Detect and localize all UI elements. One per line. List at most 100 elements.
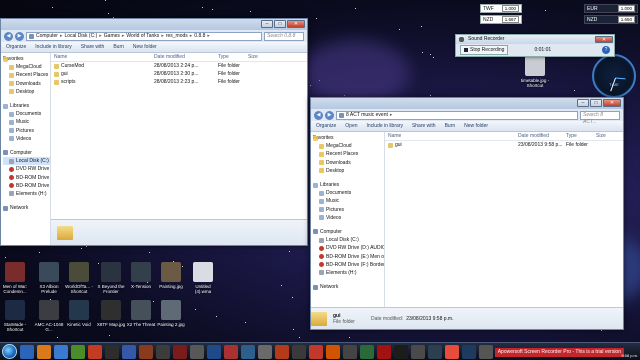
taskbar-app-button[interactable] (71, 344, 85, 359)
desktop-icon[interactable]: StarMade - Shortcut (0, 300, 30, 332)
taskbar-app-button[interactable] (292, 344, 306, 359)
nav-item[interactable]: Elements (H:) (313, 269, 384, 277)
close-button[interactable]: ✕ (287, 20, 305, 28)
breadcrumb-item[interactable]: Computer (36, 33, 58, 39)
navigation-pane[interactable]: Favorites MegaCloud Recent Places Downloads… (1, 53, 51, 245)
desktop-icon[interactable]: X2 The Threat (126, 300, 156, 327)
column-header[interactable]: Type (215, 54, 245, 60)
nav-item[interactable]: BD-ROM Drive (E:) Men of W (313, 252, 384, 260)
taskbar-app-button[interactable] (462, 344, 476, 359)
nav-item[interactable]: Libraries (313, 181, 384, 189)
nav-item[interactable]: MegaCloud (313, 142, 384, 150)
close-button[interactable]: ✕ (595, 36, 613, 43)
desktop-icon[interactable]: WorldOfTa... - Shortcut (64, 262, 94, 294)
back-button[interactable]: ◀ (314, 110, 323, 120)
taskbar-app-button[interactable] (309, 344, 323, 359)
desktop-icon[interactable]: Men of War: Condemn... (0, 262, 30, 294)
nav-item[interactable]: Videos (313, 214, 384, 222)
nav-item[interactable]: Recent Places (3, 71, 50, 79)
nav-item[interactable]: Libraries (3, 102, 50, 110)
minimize-button[interactable]: – (261, 20, 273, 28)
window-titlebar[interactable]: – □ ✕ (1, 19, 307, 30)
taskbar-app-button[interactable] (326, 344, 340, 359)
maximize-button[interactable]: □ (274, 20, 286, 28)
navigation-pane[interactable]: Favorites MegaCloud Recent Places Downloads… (311, 132, 385, 329)
desktop-icon[interactable]: X Beyond the Frontier (96, 262, 126, 294)
explorer-window-music-event[interactable]: – □ ✕ ◀ ▶ 8 ACT music event ▸ Search 8 AC… (310, 97, 624, 330)
nav-item[interactable]: Desktop (3, 88, 50, 96)
column-header[interactable]: Name (385, 133, 515, 139)
file-row[interactable]: scripts 28/08/2013 2:23 p... File folder (51, 78, 307, 86)
nav-item[interactable]: Documents (313, 189, 384, 197)
desktop-icon[interactable]: X8TF Map.jpg (96, 300, 126, 327)
taskbar-app-button[interactable] (156, 344, 170, 359)
nav-item[interactable]: Music (313, 197, 384, 205)
stop-recording-button[interactable]: Stop Recording (460, 45, 509, 55)
file-list[interactable]: Name Date modified Type Size gui 23/08/2013 … (311, 132, 623, 329)
taskbar-app-button[interactable] (139, 344, 153, 359)
taskbar-app-button[interactable] (190, 344, 204, 359)
nav-item[interactable]: Downloads (3, 80, 50, 88)
column-header[interactable]: Size (593, 133, 623, 139)
breadcrumb-item[interactable]: Games (104, 33, 120, 39)
nav-item[interactable]: Documents (3, 110, 50, 118)
taskbar-app-button[interactable] (360, 344, 374, 359)
taskbar-app-button[interactable] (20, 344, 34, 359)
column-header[interactable]: Name (51, 54, 151, 60)
taskbar-app-button[interactable] (343, 344, 357, 359)
taskbar-app-button[interactable] (445, 344, 459, 359)
nav-item[interactable]: Pictures (3, 127, 50, 135)
file-row[interactable]: CurseMod 28/08/2013 2:24 p... File folder (51, 62, 307, 70)
nav-item[interactable]: Network (313, 283, 384, 291)
sound-recorder-window[interactable]: Sound Recorder ✕ Stop Recording 0:01:01 … (455, 34, 615, 57)
toolbar-button[interactable]: Burn (113, 44, 124, 50)
taskbar-app-button[interactable] (258, 344, 272, 359)
nav-item[interactable]: BD-ROM Drive (E:) Men of W (3, 173, 50, 181)
nav-item[interactable]: Pictures (313, 206, 384, 214)
nav-item[interactable]: BD-ROM Drive (F:) Borderlar (3, 182, 50, 190)
toolbar-button[interactable]: Share with (412, 123, 436, 129)
taskbar-app-button[interactable] (394, 344, 408, 359)
forward-button[interactable]: ▶ (325, 110, 334, 120)
minimize-button[interactable]: – (577, 99, 589, 107)
taskbar-app-button[interactable] (207, 344, 221, 359)
taskbar-app-button[interactable] (224, 344, 238, 359)
desktop-icon[interactable]: Kinetic Void (64, 300, 94, 327)
nav-item[interactable]: Local Disk (C:) (3, 157, 50, 166)
nav-item[interactable]: Computer (313, 228, 384, 236)
taskbar-app-button[interactable] (105, 344, 119, 359)
nav-item[interactable]: DVD RW Drive (D:) AUDIO CD (313, 244, 384, 252)
toolbar-button[interactable]: Organize (6, 44, 26, 50)
column-header[interactable]: Date modified (151, 54, 215, 60)
taskbar-app-button[interactable] (54, 344, 68, 359)
breadcrumb-item[interactable]: Local Disk (C:) (64, 33, 97, 39)
nav-item[interactable]: Videos (3, 135, 50, 143)
breadcrumb-item[interactable]: res_mods (166, 33, 188, 39)
desktop-icon[interactable]: X3 Albion Prelude (34, 262, 64, 294)
file-row[interactable]: gui 28/08/2013 2:30 p... File folder (51, 70, 307, 78)
desktop-icon[interactable]: X-Tension (126, 262, 156, 289)
desktop-icon[interactable]: Painting.jpg (156, 262, 186, 289)
nav-item[interactable]: Elements (H:) (3, 190, 50, 198)
toolbar-button[interactable]: Organize (316, 123, 336, 129)
toolbar-button[interactable]: Burn (445, 123, 456, 129)
desktop-icon[interactable]: Painting 2.jpg (156, 300, 186, 327)
system-clock[interactable]: 9:58 p.m. (621, 353, 638, 358)
nav-item[interactable]: Recent Places (313, 150, 384, 158)
toolbar-button[interactable]: Include in library (367, 123, 403, 129)
taskbar-app-button[interactable] (173, 344, 187, 359)
search-input[interactable]: Search 0.8.8 (264, 31, 304, 41)
nav-item[interactable]: Favorites (313, 134, 384, 142)
taskbar-app-button[interactable] (122, 344, 136, 359)
breadcrumb-item[interactable]: 0.8.8 (194, 33, 205, 39)
maximize-button[interactable]: □ (590, 99, 602, 107)
nav-item[interactable]: Downloads (313, 159, 384, 167)
taskbar-app-button[interactable] (479, 344, 493, 359)
nav-item[interactable]: Music (3, 118, 50, 126)
taskbar-app-button[interactable] (88, 344, 102, 359)
column-header[interactable]: Type (563, 133, 593, 139)
sound-recorder-titlebar[interactable]: Sound Recorder ✕ (456, 35, 614, 44)
toolbar-button[interactable]: Share with (81, 44, 105, 50)
desktop-icon-timetable[interactable]: timetable.jpg - Shortcut (520, 56, 550, 88)
taskbar-app-button[interactable] (411, 344, 425, 359)
